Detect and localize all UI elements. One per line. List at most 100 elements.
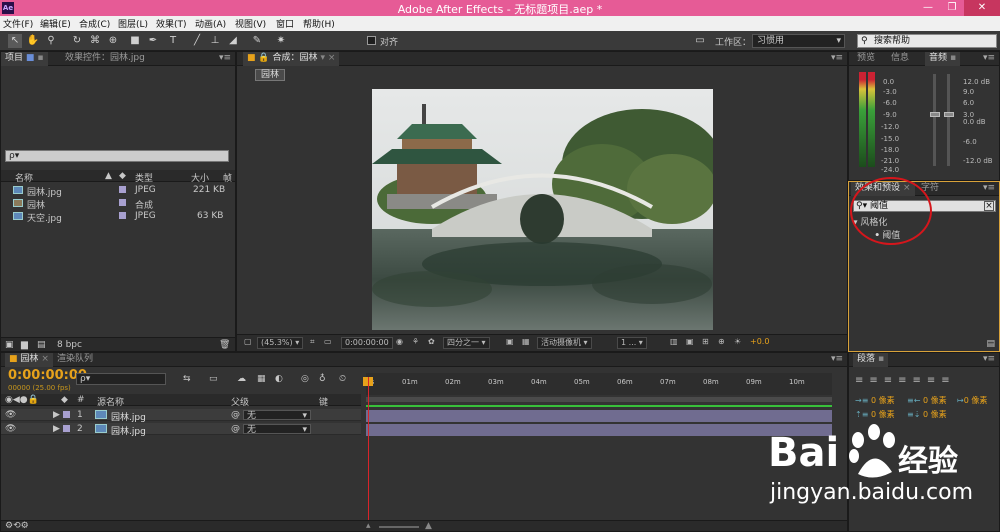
snapshot-icon[interactable]: ◉ xyxy=(393,337,406,349)
rectangle-tool-icon[interactable]: ■ xyxy=(128,34,142,48)
type-tool-icon[interactable]: T xyxy=(166,34,180,48)
paragraph-alignment-icons[interactable]: ≡≡≡≡≡≡≡ xyxy=(855,375,956,386)
minimize-button[interactable]: — xyxy=(916,0,940,16)
motion-blur-icon[interactable]: ◐ xyxy=(275,374,283,384)
audio-slider-left[interactable] xyxy=(933,74,936,166)
views-select[interactable]: 1 ... ▾ xyxy=(617,337,647,349)
exposure-reset-icon[interactable]: ☀ xyxy=(731,337,744,349)
panel-menu-icon[interactable]: ▾≡ xyxy=(983,183,995,193)
tab-audio[interactable]: 音频 ▪ xyxy=(925,52,961,66)
column-type[interactable]: 类型 xyxy=(135,171,153,184)
current-time-indicator[interactable] xyxy=(368,377,369,530)
toggle-pixel-icon[interactable]: ▥ xyxy=(667,337,681,349)
magnification-icon[interactable]: ▢ xyxy=(241,337,255,349)
pickwhip-icon[interactable]: @ xyxy=(231,410,240,420)
eye-icon[interactable]: 👁 xyxy=(5,424,16,434)
menu-composition[interactable]: 合成(C) xyxy=(79,17,110,30)
timeline-icon[interactable]: ⊞ xyxy=(699,337,712,349)
indent-right-field[interactable]: ≡← 0 像素 xyxy=(907,395,947,406)
pickwhip-icon[interactable]: @ xyxy=(231,424,240,434)
parent-select[interactable]: 无 ▾ xyxy=(243,410,311,421)
tab-project[interactable]: 项目 ■ ▪ xyxy=(1,52,48,66)
time-ruler[interactable]: 0s 01m 02m 03m 04m 05m 06m 07m 08m 09m 1… xyxy=(366,373,832,395)
composition-mini-flowchart-icon[interactable]: ⇆ xyxy=(183,374,191,384)
new-composition-icon[interactable]: ▤ xyxy=(37,340,46,350)
graph-editor-icon[interactable]: ◎ xyxy=(301,374,309,384)
project-item[interactable]: 园林.jpg JPEG 221 KB xyxy=(1,184,235,198)
composition-breadcrumb[interactable]: 园林 xyxy=(255,69,286,81)
brush-tool-icon[interactable]: ╱ xyxy=(190,34,204,48)
menu-layer[interactable]: 图层(L) xyxy=(118,17,148,30)
restore-button[interactable]: ❐ xyxy=(940,0,964,16)
resolution-select[interactable]: 四分之一 ▾ xyxy=(443,337,490,349)
column-size[interactable]: 大小 xyxy=(191,171,209,184)
menu-file[interactable]: 文件(F) xyxy=(3,17,33,30)
bpc-label[interactable]: 8 bpc xyxy=(57,340,82,350)
space-after-field[interactable]: ≡⇣ 0 像素 xyxy=(907,409,947,420)
hand-tool-icon[interactable]: ✋ xyxy=(26,34,40,48)
fast-preview-icon[interactable]: ▣ xyxy=(683,337,697,349)
indent-left-field[interactable]: →≡ 0 像素 xyxy=(855,395,895,406)
zoom-out-icon[interactable]: ▴ xyxy=(366,521,371,531)
zoom-tool-icon[interactable]: ⚲ xyxy=(44,34,58,48)
timeline-layer[interactable]: 👁 ▶ 1 园林.jpg @ 无 ▾ xyxy=(1,409,361,423)
channel-icon[interactable]: ✿ xyxy=(425,337,438,349)
toggle-switches-icon[interactable]: ⚙⟲⚙ xyxy=(5,521,29,531)
timeline-layer[interactable]: 👁 ▶ 2 园林.jpg @ 无 ▾ xyxy=(1,423,361,437)
tab-timeline-composition[interactable]: ■ 园林 × xyxy=(5,353,53,367)
tab-effect-controls[interactable]: 效果控件：园林.jpg xyxy=(61,52,149,66)
zoom-select[interactable]: (45.3%) ▾ xyxy=(257,337,304,349)
project-search-input[interactable]: ρ▾ xyxy=(5,150,229,162)
brainstorm-icon[interactable]: ♁ xyxy=(319,374,326,384)
rotate-tool-icon[interactable]: ↻ xyxy=(70,34,84,48)
region-of-interest-icon[interactable]: ▣ xyxy=(503,337,517,349)
space-before-field[interactable]: ⇡≡ 0 像素 xyxy=(855,409,895,420)
camera-tool-icon[interactable]: ⌘ xyxy=(88,34,102,48)
grid-icon[interactable]: ⌗ xyxy=(307,337,318,349)
audio-slider-left-knob[interactable] xyxy=(930,112,940,117)
help-search-input[interactable]: ⚲ 搜索帮助 xyxy=(857,34,997,48)
exposure-value[interactable]: +0.0 xyxy=(747,337,772,349)
transparency-grid-icon[interactable]: ▦ xyxy=(519,337,533,349)
tab-info[interactable]: 信息 xyxy=(887,52,913,66)
layer-duration-bar[interactable] xyxy=(366,410,832,422)
menu-animation[interactable]: 动画(A) xyxy=(195,17,226,30)
project-item[interactable]: 园林 合成 xyxy=(1,197,235,211)
shy-layers-icon[interactable]: ☁ xyxy=(237,374,246,384)
new-preset-folder-icon[interactable]: ▤ xyxy=(986,339,995,349)
clear-search-icon[interactable]: × xyxy=(984,201,994,211)
clone-stamp-tool-icon[interactable]: ⊥ xyxy=(208,34,222,48)
panel-menu-icon[interactable]: ▾≡ xyxy=(983,354,995,364)
flowchart-icon[interactable]: ⊕ xyxy=(715,337,728,349)
roto-brush-tool-icon[interactable]: ✎ xyxy=(250,34,264,48)
column-frame[interactable]: 帧 xyxy=(223,171,232,184)
puppet-pin-tool-icon[interactable]: ✷ xyxy=(274,34,288,48)
panel-menu-icon[interactable]: ▾≡ xyxy=(983,53,995,63)
menu-effect[interactable]: 效果(T) xyxy=(156,17,187,30)
current-time[interactable]: 0:00:00:00 xyxy=(341,337,393,349)
audio-slider-right-knob[interactable] xyxy=(944,112,954,117)
tab-paragraph[interactable]: 段落 ▪ xyxy=(853,353,889,367)
expand-arrow-icon[interactable]: ▶ xyxy=(53,410,60,420)
audio-slider-right[interactable] xyxy=(947,74,950,166)
menu-window[interactable]: 窗口 xyxy=(276,17,294,30)
show-snapshot-icon[interactable]: ⚘ xyxy=(409,337,422,349)
tab-render-queue[interactable]: 渲染队列 xyxy=(53,353,97,367)
menu-edit[interactable]: 编辑(E) xyxy=(40,17,71,30)
tab-preview[interactable]: 预览 xyxy=(853,52,879,66)
column-name[interactable]: 名称 xyxy=(15,171,33,184)
panel-menu-icon[interactable]: ▾≡ xyxy=(831,53,843,63)
column-keys[interactable]: 键 xyxy=(319,395,328,408)
mask-icon[interactable]: ▭ xyxy=(321,337,335,349)
pen-tool-icon[interactable]: ✒ xyxy=(146,34,160,48)
panel-menu-icon[interactable]: ▾≡ xyxy=(219,53,231,63)
indent-first-line-field[interactable]: ↦0 像素 xyxy=(957,395,987,406)
menu-view[interactable]: 视图(V) xyxy=(235,17,266,30)
project-item[interactable]: 天空.jpg JPEG 63 KB xyxy=(1,210,235,224)
composition-viewer-image[interactable] xyxy=(372,89,713,330)
draft-3d-icon[interactable]: ▭ xyxy=(209,374,218,384)
pan-behind-tool-icon[interactable]: ⊕ xyxy=(106,34,120,48)
zoom-in-icon[interactable]: ▲ xyxy=(425,521,432,531)
eraser-tool-icon[interactable]: ◢ xyxy=(226,34,240,48)
close-button[interactable]: ✕ xyxy=(964,0,1000,16)
